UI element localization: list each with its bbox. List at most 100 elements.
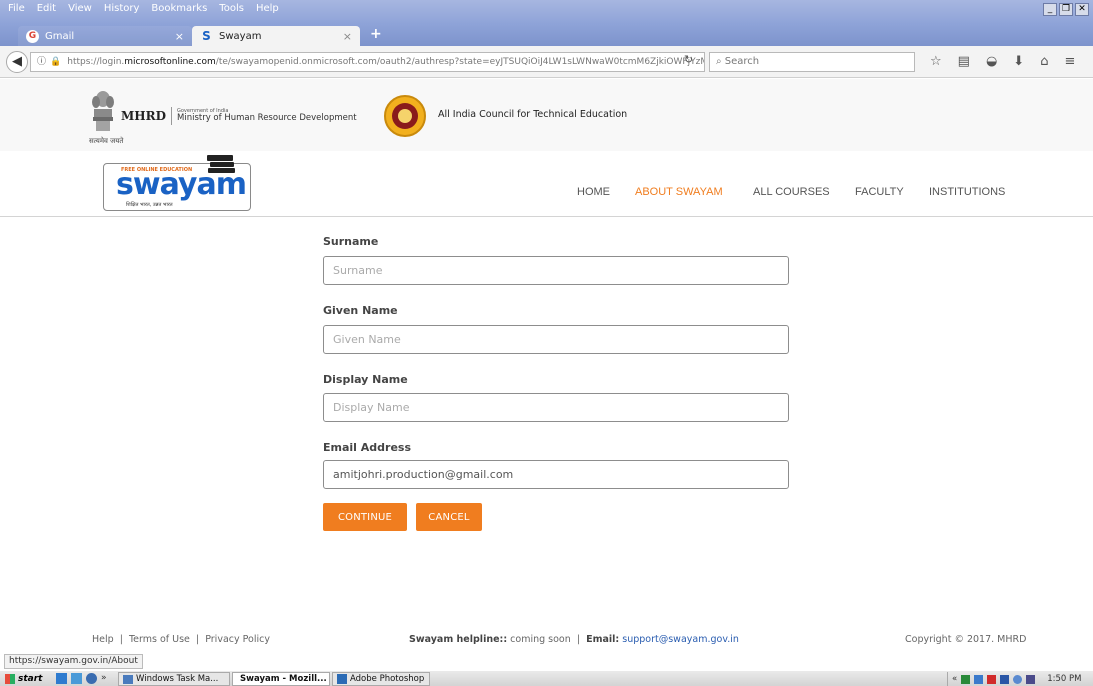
footer: Help | Terms of Use | Privacy Policy Swa… xyxy=(0,634,1093,650)
reading-list-icon[interactable]: ▤ xyxy=(958,54,970,69)
national-emblem-icon xyxy=(92,91,114,131)
separator: | xyxy=(573,634,584,645)
quicklaunch-3-icon[interactable] xyxy=(86,673,97,684)
email-input[interactable] xyxy=(323,460,789,489)
mhrd-logo[interactable]: MHRD Government of India Ministry of Hum… xyxy=(121,107,357,125)
support-email-link[interactable]: support@swayam.gov.in xyxy=(622,634,739,645)
search-placeholder: Search xyxy=(724,56,760,67)
aicte-name[interactable]: All India Council for Technical Educatio… xyxy=(438,109,627,120)
search-icon: ⌕ xyxy=(716,56,725,67)
given-name-input[interactable] xyxy=(323,325,789,354)
terms-link[interactable]: Terms of Use xyxy=(129,634,190,645)
taskbar: start » Windows Task Ma... Swayam - Mozi… xyxy=(0,670,1093,686)
taskbar-photoshop[interactable]: Adobe Photoshop xyxy=(332,672,430,686)
divider xyxy=(171,107,172,125)
mhrd-abbrev: MHRD xyxy=(121,109,166,123)
close-window-button[interactable]: ✕ xyxy=(1075,3,1089,16)
given-name-label: Given Name xyxy=(323,304,398,317)
tray-antivirus-icon[interactable] xyxy=(987,674,997,684)
menu-edit[interactable]: Edit xyxy=(37,3,56,14)
help-link[interactable]: Help xyxy=(92,634,114,645)
tab-gmail-label: Gmail xyxy=(45,30,75,42)
quicklaunch-overflow[interactable]: » xyxy=(101,673,107,684)
google-icon: G xyxy=(26,29,39,43)
nav-faculty[interactable]: FACULTY xyxy=(855,186,904,198)
tab-gmail-close-icon[interactable]: × xyxy=(175,30,184,43)
gov-header: सत्यमेव जयते MHRD Government of India Mi… xyxy=(0,79,1093,151)
menu-icon[interactable]: ≡ xyxy=(1064,54,1075,69)
star-icon[interactable]: ☆ xyxy=(930,54,942,69)
tray-network-icon[interactable] xyxy=(961,674,971,684)
system-tray: « 1:50 PM xyxy=(947,672,1093,686)
nav-about-swayam[interactable]: ABOUT SWAYAM xyxy=(635,186,723,198)
lock-icon: 🔒 xyxy=(50,57,62,67)
search-input[interactable]: ⌕ Search xyxy=(709,52,915,72)
display-name-input[interactable] xyxy=(323,393,789,422)
tab-swayam-label: Swayam xyxy=(219,30,262,42)
pocket-icon[interactable]: ◒ xyxy=(986,54,997,69)
tab-gmail[interactable]: G Gmail × xyxy=(18,26,192,46)
nav-all-courses[interactable]: ALL COURSES xyxy=(753,186,830,198)
minimize-button[interactable]: _ xyxy=(1043,3,1057,16)
download-icon[interactable]: ⬇ xyxy=(1013,54,1024,69)
quicklaunch-1-icon[interactable] xyxy=(56,673,67,684)
menu-view[interactable]: View xyxy=(68,3,92,14)
menu-history[interactable]: History xyxy=(104,3,140,14)
taskbar-item-label: Swayam - Mozill... xyxy=(240,674,327,684)
privacy-link[interactable]: Privacy Policy xyxy=(205,634,270,645)
helpline-value: coming soon xyxy=(510,634,571,645)
quicklaunch-2-icon[interactable] xyxy=(71,673,82,684)
helpline-label: Swayam helpline:: xyxy=(409,634,508,645)
photoshop-icon xyxy=(337,674,347,684)
new-tab-button[interactable]: + xyxy=(370,26,382,42)
logo-wordmark: swayam xyxy=(116,167,247,202)
windows-flag-icon xyxy=(5,674,15,684)
tab-swayam[interactable]: S Swayam × xyxy=(192,26,360,46)
tray-volume-icon[interactable] xyxy=(1026,674,1036,684)
quick-launch: » xyxy=(56,673,107,684)
taskbar-item-label: Adobe Photoshop xyxy=(350,674,425,684)
separator: | xyxy=(116,634,126,645)
url-rest: /te/swayamopenid.onmicrosoft.com/oauth2/… xyxy=(215,57,705,67)
restore-button[interactable]: ❐ xyxy=(1059,3,1073,16)
clock: 1:50 PM xyxy=(1047,674,1082,684)
menu-tools[interactable]: Tools xyxy=(219,3,244,14)
menu-help[interactable]: Help xyxy=(256,3,279,14)
nav-institutions[interactable]: INSTITUTIONS xyxy=(929,186,1005,198)
tray-security-icon[interactable] xyxy=(1000,674,1010,684)
back-button[interactable]: ◀ xyxy=(6,51,28,73)
display-name-label: Display Name xyxy=(323,373,408,386)
menu-file[interactable]: File xyxy=(8,3,25,14)
surname-input[interactable] xyxy=(323,256,789,285)
url-bar[interactable]: ⓘ 🔒 https://login.microsoftonline.com/te/s… xyxy=(30,52,705,72)
email-label-footer: Email: xyxy=(586,634,620,645)
start-button[interactable]: start xyxy=(1,672,46,686)
url-host: microsoftonline.com xyxy=(124,57,216,67)
menu-bookmarks[interactable]: Bookmarks xyxy=(151,3,207,14)
window-controls: _ ❐ ✕ xyxy=(1043,3,1089,16)
taskbar-task-manager[interactable]: Windows Task Ma... xyxy=(118,672,230,686)
site-header: FREE ONLINE EDUCATION swayam शिक्षित भार… xyxy=(0,151,1093,217)
reload-icon[interactable]: ↻ xyxy=(684,53,693,66)
aicte-seal-icon[interactable] xyxy=(383,94,427,138)
cancel-button[interactable]: CANCEL xyxy=(416,503,482,531)
tray-overflow[interactable]: « xyxy=(952,674,957,684)
helpline: Swayam helpline:: coming soon | Email: s… xyxy=(409,634,739,645)
start-label: start xyxy=(18,674,43,684)
tab-swayam-close-icon[interactable]: × xyxy=(343,30,352,43)
task-manager-icon xyxy=(123,674,133,684)
separator: | xyxy=(192,634,203,645)
home-icon[interactable]: ⌂ xyxy=(1040,54,1048,69)
emblem-caption: सत्यमेव जयते xyxy=(89,137,124,145)
taskbar-item-label: Windows Task Ma... xyxy=(136,674,219,684)
continue-button[interactable]: CONTINUE xyxy=(323,503,407,531)
email-label: Email Address xyxy=(323,441,412,454)
tray-app-icon[interactable] xyxy=(974,674,984,684)
browser-menubar: File Edit View History Bookmarks Tools H… xyxy=(0,0,1093,24)
taskbar-firefox[interactable]: Swayam - Mozill... xyxy=(232,672,330,686)
info-icon[interactable]: ⓘ xyxy=(37,57,46,67)
swayam-logo[interactable]: FREE ONLINE EDUCATION swayam शिक्षित भार… xyxy=(103,155,251,211)
nav-home[interactable]: HOME xyxy=(577,186,610,198)
tray-chat-icon[interactable] xyxy=(1013,674,1023,684)
ministry-name: Ministry of Human Resource Development xyxy=(177,113,357,124)
